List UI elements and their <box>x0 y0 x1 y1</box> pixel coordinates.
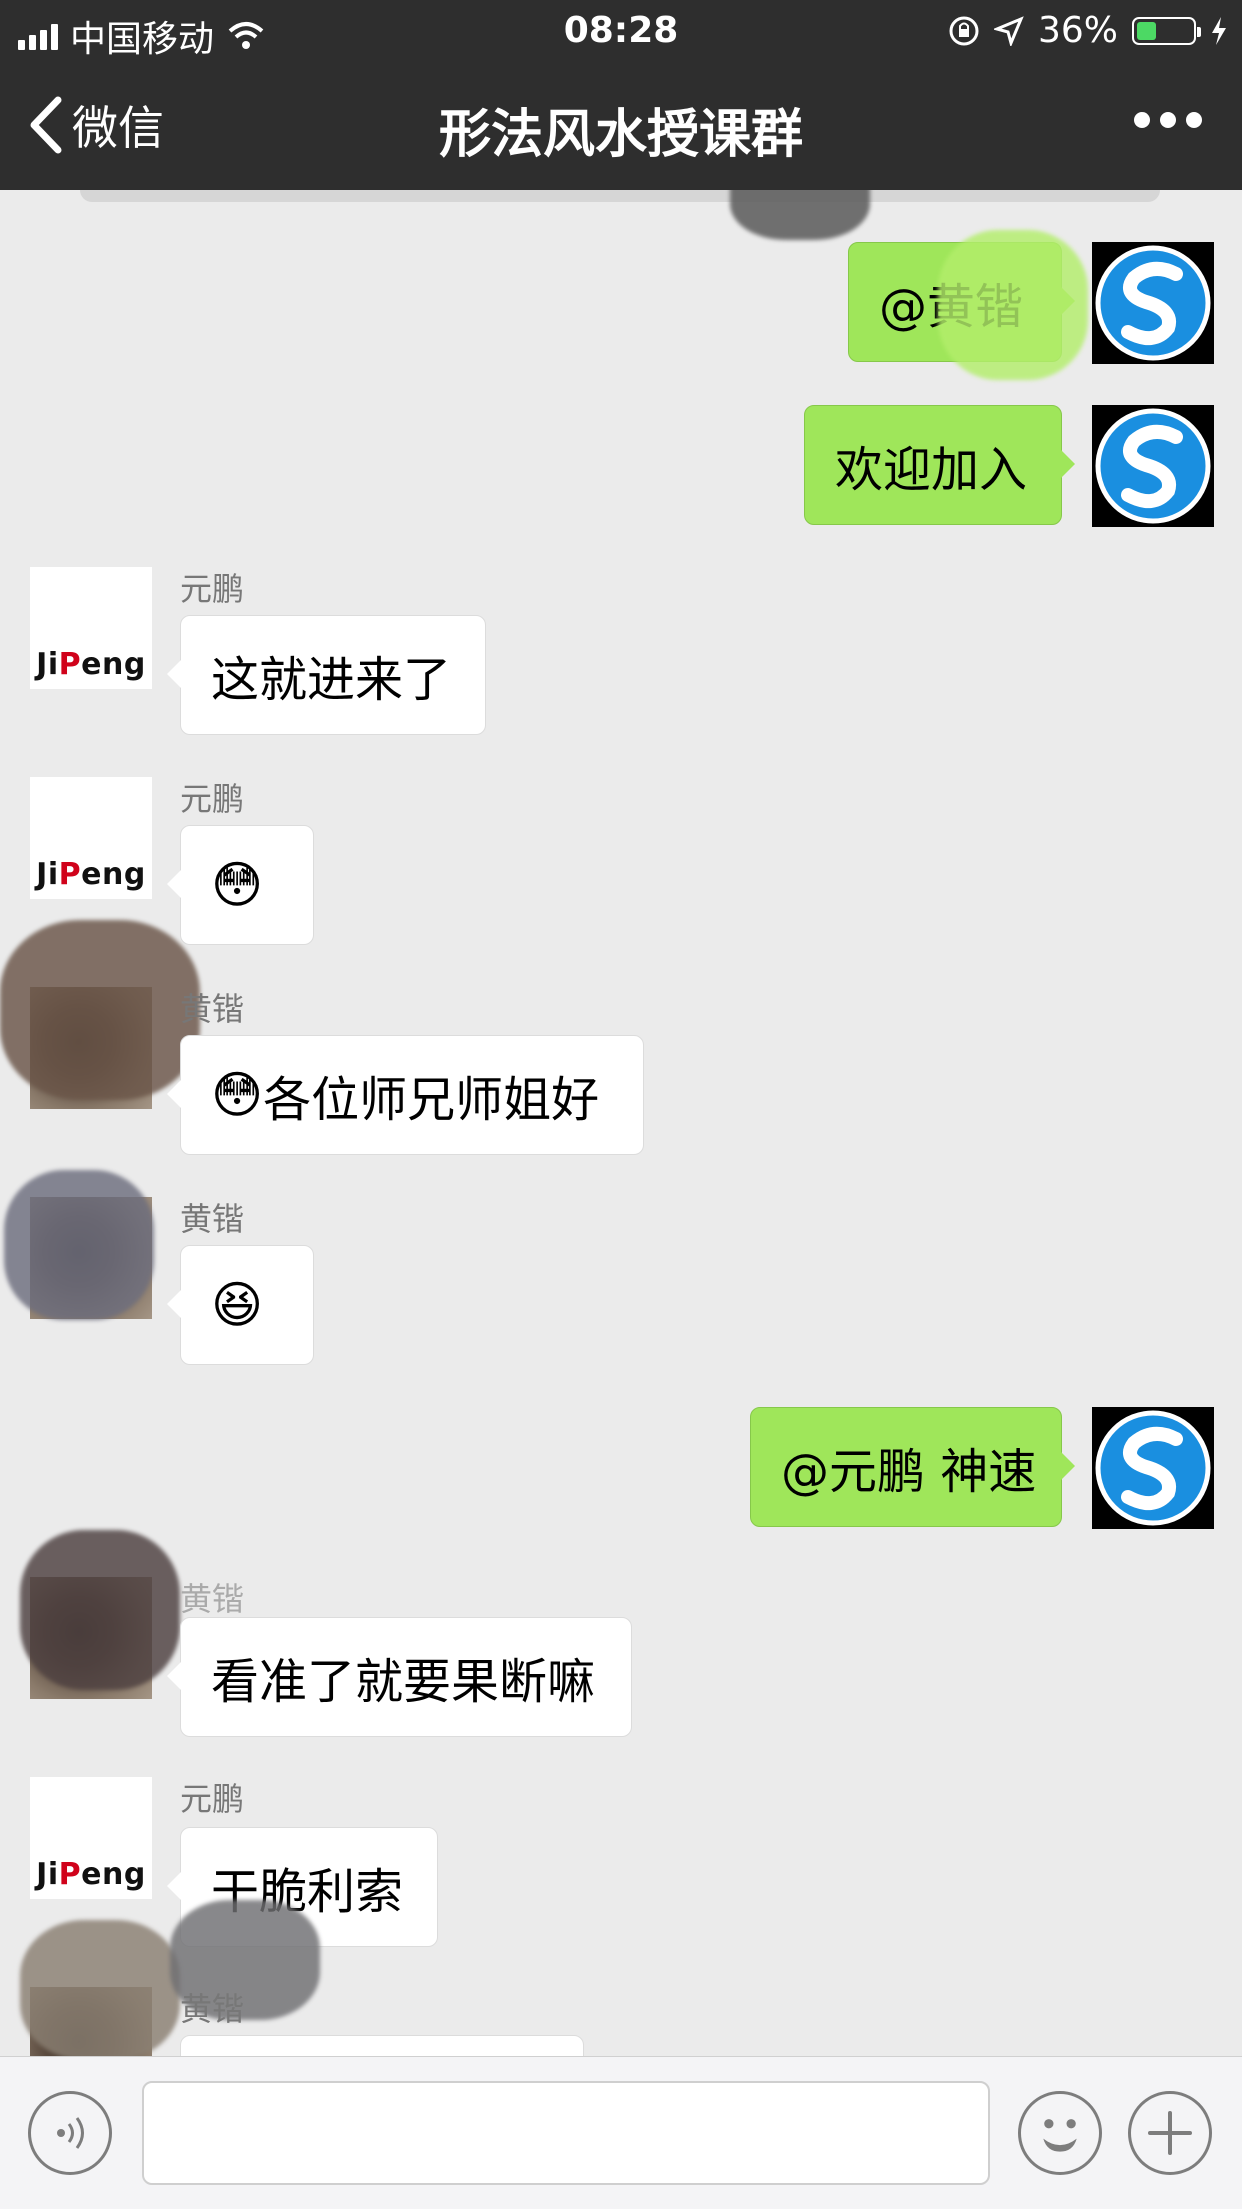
orientation-lock-icon <box>949 16 979 45</box>
charging-icon <box>1212 16 1226 45</box>
plus-icon <box>1148 2111 1192 2155</box>
emoji-button[interactable] <box>1018 2091 1102 2175</box>
message-text: @元鹏 神速 <box>781 1444 1037 1500</box>
nav-bar: 微信 形法风水授课群 <box>0 62 1242 190</box>
message-bubble-incoming[interactable]: 😳 各位师兄师姐好 <box>167 1035 644 1155</box>
self-avatar[interactable] <box>1092 1407 1214 1529</box>
flushed-emoji-icon: 😳 <box>211 1066 264 1124</box>
jipeng-logo: JiPeng <box>36 647 146 682</box>
member-avatar-yuanpeng[interactable]: JiPeng <box>30 1777 152 1899</box>
sender-name: 元鹏 <box>180 780 245 818</box>
more-icon[interactable] <box>1134 112 1202 128</box>
redaction-scribble <box>20 1530 180 1690</box>
message-text: 欢迎加入 <box>835 442 1028 498</box>
jipeng-logo: JiPeng <box>36 857 146 892</box>
voice-icon <box>57 2117 84 2149</box>
sender-name: 黄锴 <box>180 1580 245 1618</box>
redaction-scribble <box>0 920 200 1100</box>
s-logo-icon <box>1095 245 1211 361</box>
self-avatar[interactable] <box>1092 242 1214 364</box>
message-text: 各位师兄师姐好 <box>263 1072 600 1128</box>
chat-area[interactable]: @黄锴 欢迎加入 JiPeng 元鹏 这就进来了 JiPeng 元鹏 😳 黄锴 … <box>0 190 1242 2056</box>
message-bubble-outgoing[interactable]: 欢迎加入 <box>804 405 1075 525</box>
redaction-scribble <box>4 1170 154 1320</box>
self-avatar[interactable] <box>1092 405 1214 527</box>
sender-name: 黄锴 <box>180 1990 245 2028</box>
message-bubble-incoming[interactable]: 看准了就要果断嘛 <box>167 1617 632 1737</box>
sender-name: 元鹏 <box>180 1780 245 1818</box>
message-bubble-incoming[interactable] <box>180 2035 584 2056</box>
status-right: 36% <box>948 10 1228 51</box>
redaction-scribble <box>730 190 870 240</box>
input-bar <box>0 2056 1242 2209</box>
grinning-squint-emoji-icon: 😆 <box>211 1276 264 1334</box>
sender-name: 黄锴 <box>180 1200 245 1238</box>
message-bubble-outgoing[interactable]: @元鹏 神速 <box>750 1407 1075 1527</box>
voice-button[interactable] <box>28 2091 112 2175</box>
member-avatar-yuanpeng[interactable]: JiPeng <box>30 567 152 689</box>
battery-percent: 36% <box>1037 10 1118 51</box>
flushed-emoji-icon: 😳 <box>211 856 264 914</box>
message-bubble-incoming[interactable]: 😆 <box>167 1245 314 1365</box>
more-actions-button[interactable] <box>1128 2091 1212 2175</box>
message-bubble-incoming[interactable]: 😳 <box>167 825 314 945</box>
redaction-scribble <box>20 1920 180 2056</box>
status-bar: 中国移动 08:28 36% <box>0 0 1242 62</box>
sender-name: 黄锴 <box>180 990 245 1028</box>
s-logo-icon <box>1095 1410 1211 1526</box>
location-icon <box>993 15 1024 46</box>
s-logo-icon <box>1095 408 1211 524</box>
message-text: 看准了就要果断嘛 <box>211 1654 596 1710</box>
redaction-scribble <box>938 230 1088 380</box>
message-bubble-incoming[interactable]: 这就进来了 <box>167 615 486 735</box>
emoji-icon <box>1043 2119 1077 2152</box>
sender-name: 元鹏 <box>180 570 245 608</box>
member-avatar-yuanpeng[interactable]: JiPeng <box>30 777 152 899</box>
jipeng-logo: JiPeng <box>36 1857 146 1892</box>
message-input[interactable] <box>142 2081 990 2185</box>
message-text: 这就进来了 <box>211 652 452 708</box>
chat-title: 形法风水授课群 <box>438 105 803 165</box>
battery-icon <box>1132 16 1201 45</box>
